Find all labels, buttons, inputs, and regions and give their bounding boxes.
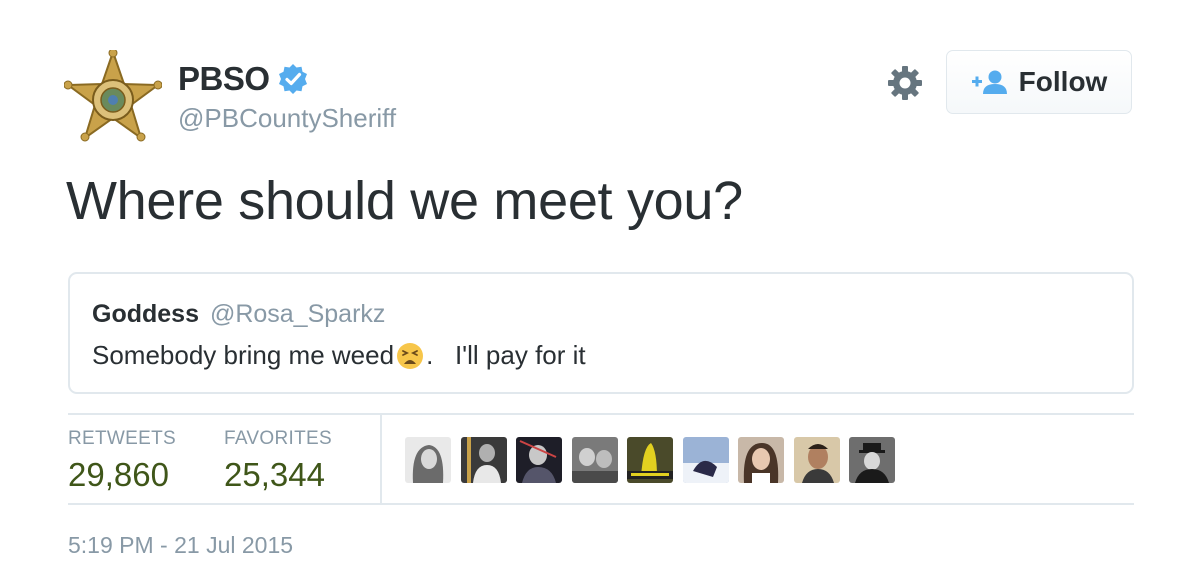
quoted-name: Goddess <box>92 300 199 328</box>
user-avatar-9-icon <box>849 437 895 483</box>
user-avatar-8-icon <box>793 437 840 483</box>
quoted-text-part-1: Somebody bring me weed <box>92 340 395 370</box>
divider-top <box>68 413 1134 415</box>
retweets-label: RETWEETS <box>68 428 176 449</box>
favorites-stat[interactable]: FAVORITES 25,344 <box>224 428 332 494</box>
user-avatar-2-icon <box>460 437 507 483</box>
add-user-icon <box>971 70 1007 94</box>
tweet-timestamp[interactable]: 5:19 PM - 21 Jul 2015 <box>68 532 293 559</box>
author-handle[interactable]: @PBCountySheriff <box>178 103 396 134</box>
user-avatar-3-icon <box>516 437 562 483</box>
favorites-count: 25,344 <box>224 456 325 493</box>
user-avatar-4-icon <box>571 437 618 483</box>
quoted-handle: @Rosa_Sparkz <box>209 300 386 328</box>
follow-button[interactable]: Follow <box>946 50 1132 114</box>
favorites-label: FAVORITES <box>224 428 332 449</box>
gear-icon[interactable] <box>886 64 924 102</box>
author-name[interactable]: PBSO <box>178 60 270 98</box>
quoted-text: Somebody bring me weed . I'll pay for it <box>92 340 586 371</box>
favoriter-avatars <box>405 437 905 483</box>
favoriter-avatar[interactable] <box>627 437 673 483</box>
sheriff-star-badge-icon <box>63 48 163 142</box>
user-avatar-1-icon <box>405 437 451 483</box>
quoted-user: Goddess @Rosa_Sparkz <box>92 300 385 329</box>
favoriter-avatar[interactable] <box>405 437 451 483</box>
weary-face-emoji-icon <box>397 342 424 369</box>
user-avatar-7-icon <box>738 437 784 483</box>
tweet-text: Where should we meet you? <box>66 171 743 231</box>
user-avatar-6-icon <box>682 437 729 483</box>
author-avatar[interactable] <box>63 48 163 142</box>
favoriter-avatar[interactable] <box>793 437 840 483</box>
retweets-count: 29,860 <box>68 456 169 493</box>
quoted-text-part-2: . I'll pay for it <box>426 340 586 370</box>
quoted-tweet[interactable]: Goddess @Rosa_Sparkz Somebody bring me w… <box>68 272 1134 394</box>
favoriter-avatar[interactable] <box>682 437 729 483</box>
verified-badge-icon <box>278 64 307 94</box>
divider-bottom <box>68 503 1134 505</box>
follow-label: Follow <box>1018 66 1108 97</box>
user-avatar-5-icon <box>627 437 673 483</box>
favoriter-avatar[interactable] <box>849 437 895 483</box>
retweets-stat[interactable]: RETWEETS 29,860 <box>68 428 176 494</box>
favoriter-avatar[interactable] <box>516 437 562 483</box>
favoriter-avatar[interactable] <box>460 437 507 483</box>
stats-divider <box>380 414 382 504</box>
favoriter-avatar[interactable] <box>571 437 618 483</box>
favoriter-avatar[interactable] <box>738 437 784 483</box>
